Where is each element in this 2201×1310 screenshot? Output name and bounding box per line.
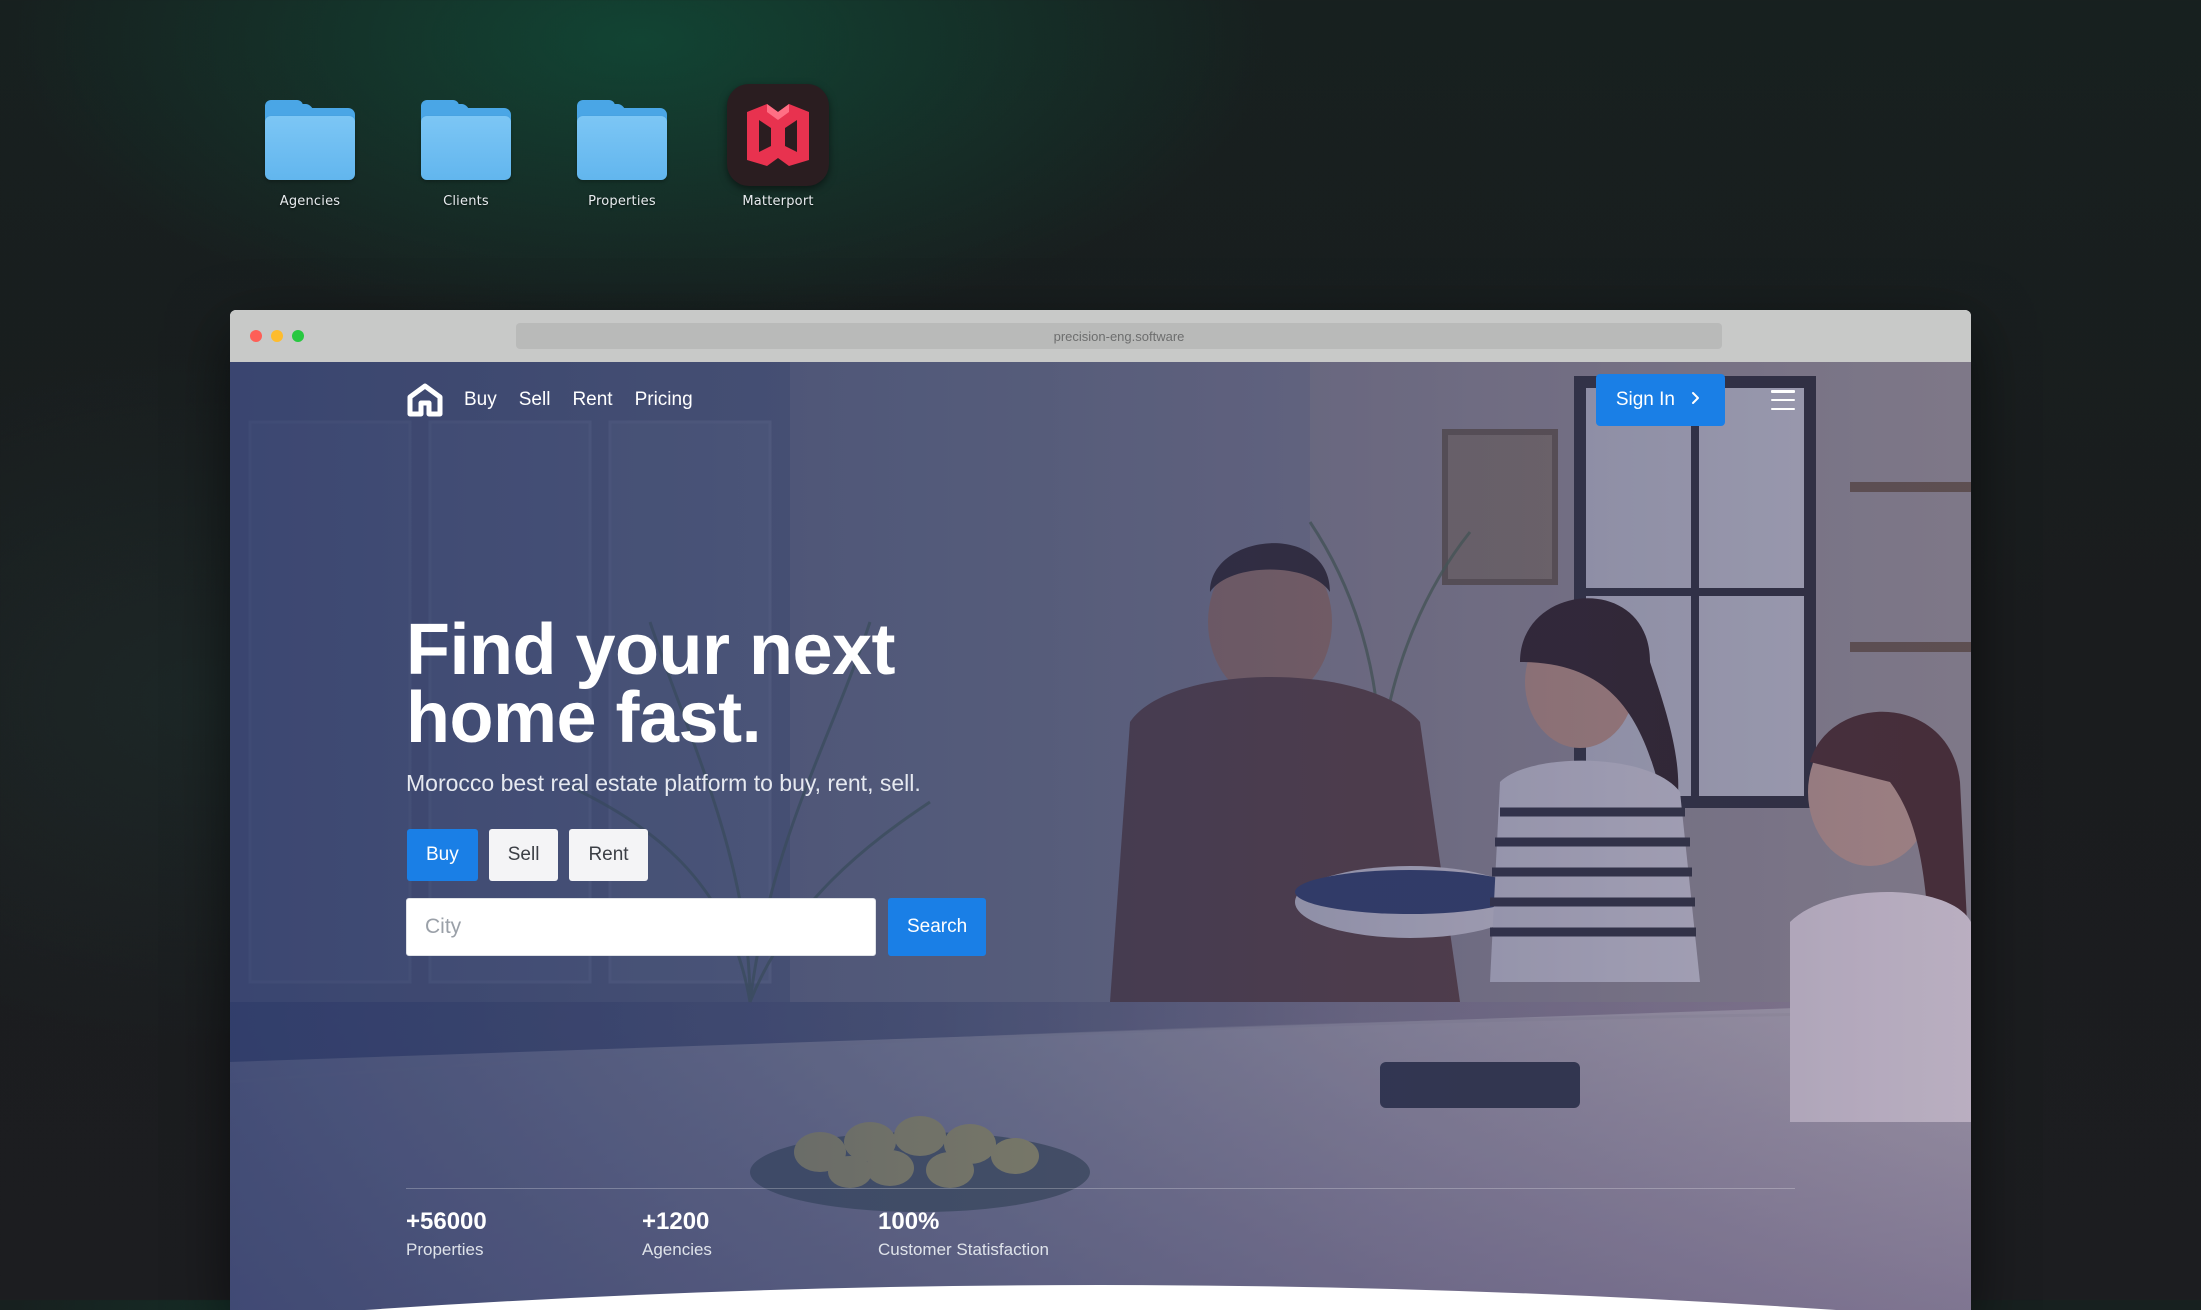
nav-link-sell[interactable]: Sell [519, 389, 551, 411]
mode-button-buy[interactable]: Buy [407, 829, 478, 881]
desktop-folder-clients[interactable]: Clients [388, 88, 544, 209]
browser-window: precision-eng.software Buy Sell Rent Pri… [230, 310, 1971, 1310]
hero-subline: Morocco best real estate platform to buy… [406, 770, 921, 796]
desktop-icons: Agencies Clients Properties Matterport [232, 84, 856, 209]
stats-row: +56000 Properties +1200 Agencies 100% Cu… [406, 1208, 1114, 1260]
sign-in-label: Sign In [1615, 389, 1675, 410]
hero-bottom-curve [364, 1285, 1836, 1310]
desktop-icon-label: Properties [588, 194, 656, 209]
hero-section: Buy Sell Rent Pricing Sign In Find your … [230, 362, 1971, 1310]
search-button[interactable]: Search [888, 898, 987, 956]
listing-mode-selector: Buy Sell Rent [407, 829, 648, 881]
stats-divider [406, 1188, 1795, 1189]
close-window-button[interactable] [250, 330, 262, 342]
nav-links: Buy Sell Rent Pricing [464, 389, 693, 411]
stat-customer-satisfaction: 100% Customer Statisfaction [878, 1208, 1114, 1260]
stat-value: +56000 [406, 1208, 487, 1235]
mode-button-rent[interactable]: Rent [569, 829, 648, 881]
stat-label: Properties [406, 1240, 484, 1259]
browser-toolbar: precision-eng.software [230, 310, 1971, 362]
city-search-input[interactable] [406, 898, 876, 956]
folder-icon [577, 88, 667, 180]
maximize-window-button[interactable] [292, 330, 304, 342]
chevron-right-icon [1691, 389, 1701, 411]
desktop-icon-label: Clients [443, 194, 489, 209]
matterport-app-icon [727, 84, 829, 186]
folder-icon [265, 88, 355, 180]
desktop-app-matterport[interactable]: Matterport [700, 84, 856, 209]
stat-value: +1200 [642, 1208, 710, 1235]
top-navigation: Buy Sell Rent Pricing Sign In [406, 374, 1795, 426]
desktop-icon-label: Agencies [279, 194, 341, 209]
mode-button-sell[interactable]: Sell [488, 829, 559, 881]
stat-label: Agencies [642, 1240, 712, 1259]
window-controls [250, 330, 304, 342]
home-logo-icon[interactable] [406, 381, 444, 419]
stat-properties: +56000 Properties [406, 1208, 642, 1260]
search-form: Search [406, 898, 987, 956]
nav-link-pricing[interactable]: Pricing [635, 389, 693, 411]
desktop-folder-properties[interactable]: Properties [544, 88, 700, 209]
hero-headline: Find your next home fast. [406, 610, 896, 758]
folder-icon [421, 88, 511, 180]
nav-link-buy[interactable]: Buy [464, 389, 497, 411]
nav-actions: Sign In [1595, 374, 1795, 426]
stat-agencies: +1200 Agencies [642, 1208, 878, 1260]
minimize-window-button[interactable] [271, 330, 283, 342]
stat-label: Customer Statisfaction [878, 1240, 1050, 1259]
hamburger-menu-icon[interactable] [1771, 390, 1795, 410]
desktop-folder-agencies[interactable]: Agencies [232, 88, 388, 209]
desktop-icon-label: Matterport [742, 194, 814, 209]
sign-in-button[interactable]: Sign In [1595, 374, 1725, 426]
nav-link-rent[interactable]: Rent [572, 389, 612, 411]
address-bar[interactable]: precision-eng.software [516, 323, 1722, 349]
stat-value: 100% [878, 1208, 940, 1235]
